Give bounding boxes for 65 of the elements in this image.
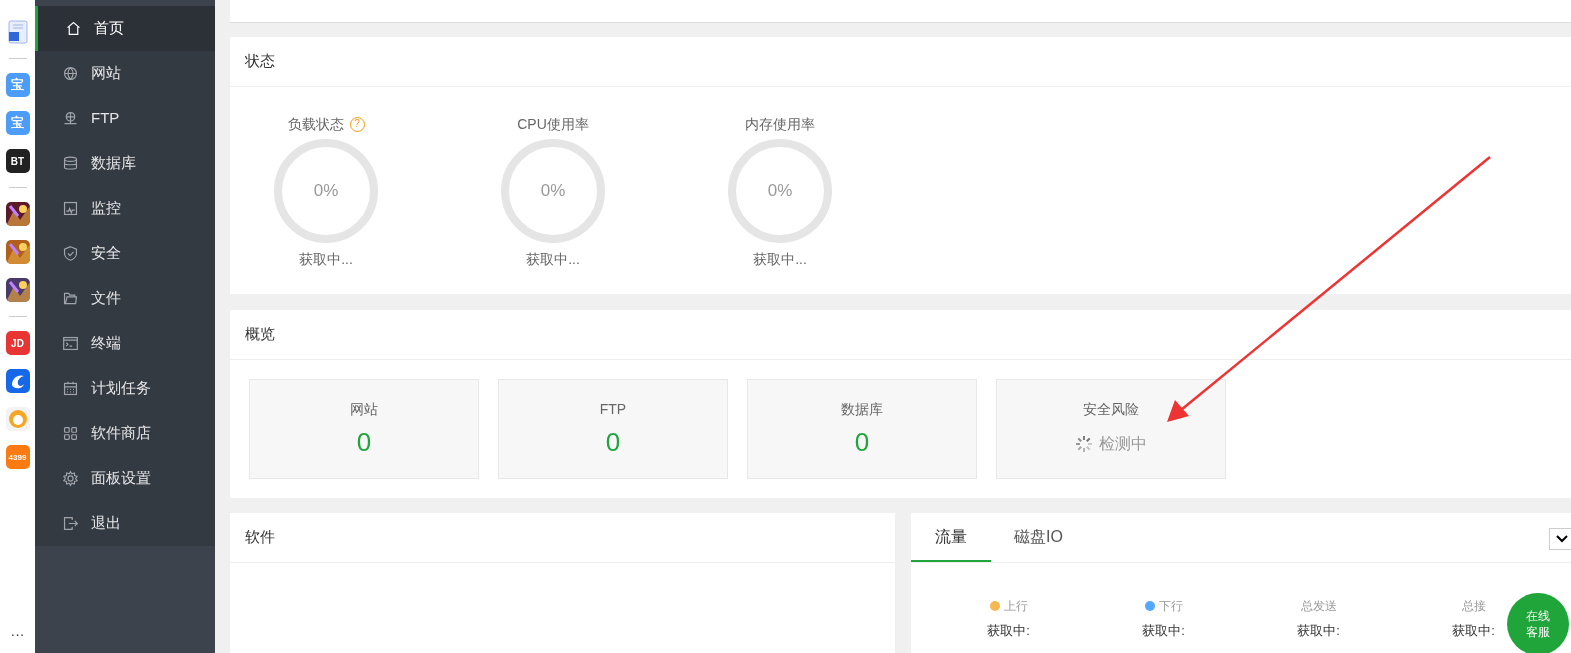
- app-icon[interactable]: JD: [5, 331, 30, 355]
- card-label: FTP: [599, 400, 627, 419]
- card-value: 0: [605, 426, 621, 459]
- gauge-label: CPU使用率: [517, 114, 589, 134]
- gauge-ring: 0%: [501, 139, 605, 243]
- panel-title: 状态: [245, 51, 275, 72]
- sidebar-item[interactable]: 面板设置: [35, 456, 215, 501]
- sidebar-item[interactable]: 计划任务: [35, 366, 215, 411]
- gauge-caption: 获取中...: [753, 250, 807, 269]
- app-icon[interactable]: BT: [5, 149, 30, 173]
- logout-icon: [62, 515, 79, 532]
- sidebar-item[interactable]: 软件商店: [35, 411, 215, 456]
- tab[interactable]: 磁盘IO: [991, 513, 1086, 562]
- tab[interactable]: 流量: [911, 513, 991, 562]
- more-button[interactable]: ···: [10, 627, 25, 641]
- panel-title: 软件: [245, 527, 275, 548]
- card-label: 数据库: [841, 400, 883, 419]
- sidebar-item[interactable]: 文件: [35, 276, 215, 321]
- calendar-icon: [62, 380, 79, 397]
- overview-card[interactable]: 数据库 0: [747, 379, 977, 479]
- home-icon: [65, 20, 82, 37]
- chevron-down-icon: [1555, 534, 1569, 544]
- stat-label: 下行: [1158, 598, 1183, 615]
- dropdown-button[interactable]: [1549, 528, 1571, 550]
- folder-icon: [62, 290, 79, 307]
- spinner-icon: [1075, 435, 1093, 453]
- document-icon[interactable]: [5, 20, 30, 44]
- sidebar-item[interactable]: 网站: [35, 51, 215, 96]
- settings-icon: [62, 470, 79, 487]
- gauge-caption: 获取中...: [299, 250, 353, 269]
- stat-label: 总接: [1461, 598, 1486, 615]
- card-value: 0: [356, 426, 372, 459]
- stat-label: 总发送: [1300, 598, 1337, 615]
- sidebar-item[interactable]: FTP: [35, 96, 215, 141]
- sidebar-item[interactable]: 首页: [35, 6, 215, 51]
- shield-icon: [62, 245, 79, 262]
- network-icon: [62, 110, 79, 127]
- globe-icon: [62, 65, 79, 82]
- gauge-label: 内存使用率: [745, 114, 815, 134]
- overview-card[interactable]: 安全风险 检测中: [996, 379, 1226, 479]
- stat-label: 上行: [1003, 598, 1028, 615]
- card-status: 检测中: [1099, 434, 1147, 454]
- sidebar-item[interactable]: 监控: [35, 186, 215, 231]
- terminal-icon: [62, 335, 79, 352]
- gauge-caption: 获取中...: [526, 250, 580, 269]
- panel-title: 概览: [245, 324, 275, 345]
- gauge-ring: 0%: [274, 139, 378, 243]
- card-value: 0: [854, 426, 870, 459]
- gauge-label: 负载状态: [287, 114, 344, 134]
- sidebar-item[interactable]: 终端: [35, 321, 215, 366]
- stat-value: 获取中:: [1452, 622, 1495, 640]
- sidebar-item[interactable]: 退出: [35, 501, 215, 546]
- card-label: 安全风险: [1083, 400, 1139, 419]
- stat-value: 获取中:: [1142, 622, 1185, 640]
- stat-value: 获取中:: [1297, 622, 1340, 640]
- overview-card[interactable]: FTP 0: [498, 379, 728, 479]
- chart-icon: [62, 200, 79, 217]
- sidebar-item[interactable]: 安全: [35, 231, 215, 276]
- card-label: 网站: [350, 400, 378, 419]
- sidebar-item[interactable]: 数据库: [35, 141, 215, 186]
- stat-value: 获取中:: [987, 622, 1030, 640]
- gauge-ring: 0%: [728, 139, 832, 243]
- database-icon: [62, 155, 79, 172]
- overview-card[interactable]: 网站 0: [249, 379, 479, 479]
- grid-icon: [62, 425, 79, 442]
